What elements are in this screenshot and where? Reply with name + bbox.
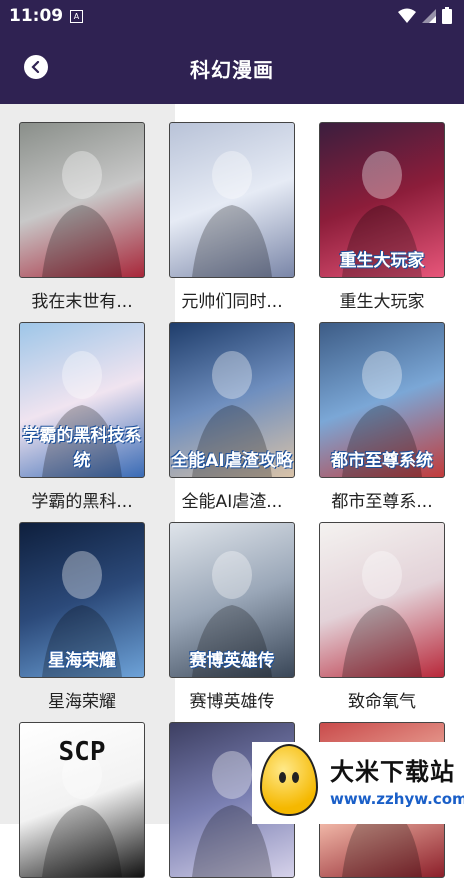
comic-cover[interactable]: 赛博英雄传 bbox=[169, 522, 295, 678]
comic-card[interactable]: 赛博英雄传 赛博英雄传 bbox=[169, 522, 295, 712]
comic-title[interactable]: 赛博英雄传 bbox=[165, 687, 299, 712]
cover-art bbox=[342, 551, 422, 677]
comic-card[interactable]: 元帅们同时... bbox=[169, 122, 295, 312]
notification-icon: A bbox=[70, 10, 83, 23]
wifi-icon bbox=[398, 8, 416, 23]
comic-card[interactable]: 都市至尊系统 都市至尊系... bbox=[319, 322, 445, 512]
comic-title[interactable]: 致命氧气 bbox=[315, 687, 449, 712]
mascot-egg-icon bbox=[260, 744, 318, 816]
comic-card[interactable]: 星海荣耀 星海荣耀 bbox=[19, 522, 145, 712]
status-bar: 11:09 A bbox=[0, 0, 464, 34]
comic-card[interactable]: 学霸的黑科技系统 学霸的黑科... bbox=[19, 322, 145, 512]
comic-title[interactable]: 重生大玩家 bbox=[315, 287, 449, 312]
comic-cover[interactable] bbox=[19, 122, 145, 278]
cover-title-text: 赛博英雄传 bbox=[189, 651, 275, 671]
status-icons bbox=[398, 7, 452, 24]
page-title: 科幻漫画 bbox=[190, 58, 274, 82]
cover-art bbox=[192, 151, 272, 277]
cover-title-text: 学霸的黑科技系统 bbox=[22, 426, 142, 471]
comic-card[interactable]: 我在末世有... bbox=[19, 122, 145, 312]
battery-icon bbox=[442, 7, 452, 24]
comic-title[interactable]: 都市至尊系... bbox=[315, 487, 449, 512]
cover-title-text: 重生大玩家 bbox=[339, 251, 425, 271]
comic-cover[interactable] bbox=[319, 522, 445, 678]
comic-cover[interactable]: 学霸的黑科技系统 bbox=[19, 322, 145, 478]
watermark: 大米下载站 www.zzhyw.com bbox=[252, 742, 464, 824]
comic-card[interactable]: 致命氧气 bbox=[319, 522, 445, 712]
comic-cover[interactable]: SCP bbox=[19, 722, 145, 878]
comic-cover[interactable]: 星海荣耀 bbox=[19, 522, 145, 678]
cover-title-text: 星海荣耀 bbox=[48, 651, 116, 671]
cover-title-text: 都市至尊系统 bbox=[331, 451, 433, 471]
cover-title-text: 全能AI虐渣攻略 bbox=[171, 451, 293, 471]
comic-card[interactable]: 全能AI虐渣攻略 全能AI虐渣... bbox=[169, 322, 295, 512]
signal-icon bbox=[422, 8, 436, 23]
watermark-url: www.zzhyw.com bbox=[330, 790, 464, 808]
app-header: 科幻漫画 bbox=[0, 34, 464, 104]
comic-title[interactable]: 学霸的黑科... bbox=[15, 487, 149, 512]
comic-cover[interactable]: 全能AI虐渣攻略 bbox=[169, 322, 295, 478]
comic-title[interactable]: 星海荣耀 bbox=[15, 687, 149, 712]
comic-title[interactable]: 元帅们同时... bbox=[165, 287, 299, 312]
comic-card[interactable]: 重生大玩家 重生大玩家 bbox=[319, 122, 445, 312]
comic-cover[interactable]: 都市至尊系统 bbox=[319, 322, 445, 478]
comic-cover[interactable] bbox=[169, 122, 295, 278]
comic-cover[interactable]: 重生大玩家 bbox=[319, 122, 445, 278]
comic-title[interactable]: 我在末世有... bbox=[15, 287, 149, 312]
status-time: 11:09 bbox=[9, 6, 64, 26]
comic-card[interactable]: SCP bbox=[19, 722, 145, 887]
watermark-name: 大米下载站 bbox=[330, 758, 455, 786]
cover-art bbox=[42, 151, 122, 277]
cover-title-text: SCP bbox=[58, 737, 106, 767]
comic-title[interactable]: 全能AI虐渣... bbox=[165, 487, 299, 512]
